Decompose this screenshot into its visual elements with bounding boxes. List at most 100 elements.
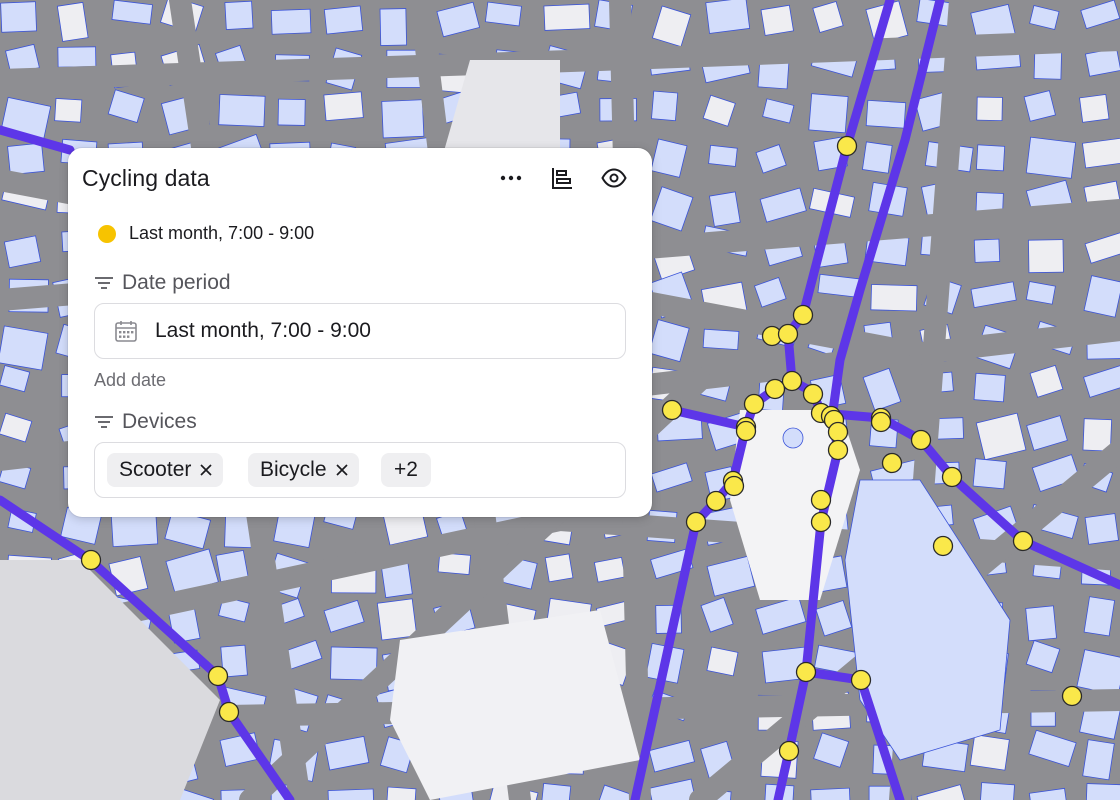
date-period-value: Last month, 7:00 - 9:00 [155,319,371,342]
legend-label: Last month, 7:00 - 9:00 [129,223,315,243]
building [56,1,89,42]
building [224,0,254,30]
building [7,142,45,176]
building [111,0,153,25]
eye-icon [601,168,627,188]
counter-point [1061,685,1083,707]
counter-point [781,370,803,392]
counter-point [810,511,832,533]
legend-item: Last month, 7:00 - 9:00 [98,223,314,244]
building [651,90,679,122]
filter-icon [95,277,113,289]
building [969,734,1010,771]
layer-panel: Cycling data Last month, 7:00 - 9:00 Dat… [68,148,652,517]
counter-point [661,399,683,421]
remove-bicycle-button[interactable] [335,463,349,477]
chip-label: Bicycle [260,458,327,481]
chip-label: Scooter [119,458,192,481]
counter-point [827,421,849,443]
building [277,98,306,126]
building [1084,513,1119,545]
counter-point [743,393,765,415]
building [1085,783,1120,800]
counter-point [810,489,832,511]
devices-field[interactable]: Scooter Bicycle +2 [94,442,626,498]
building [706,646,739,677]
device-chip-scooter: Scooter [107,453,224,487]
building [543,3,591,31]
building [323,91,364,122]
more-devices-chip[interactable]: +2 [381,453,431,487]
chart-button[interactable] [545,162,579,194]
close-icon [335,464,348,476]
building [1028,239,1064,274]
panel-title: Cycling data [82,165,210,191]
building [865,99,907,129]
more-options-button[interactable] [494,162,528,194]
building [973,372,1006,403]
building [1025,605,1057,642]
devices-heading: Devices [94,410,197,434]
bar-chart-icon [552,168,572,189]
counter-point [795,661,817,683]
counter-point [870,411,892,433]
device-chip-bicycle: Bicycle [248,453,359,487]
building [218,94,266,127]
building [861,141,893,174]
counter-point [932,535,954,557]
devices-label: Devices [122,410,197,433]
counter-point [941,466,963,488]
more-devices-count: +2 [394,458,418,481]
building [539,783,572,800]
counter-point [80,549,102,571]
counter-point [207,665,229,687]
building [702,328,740,351]
counter-point [685,511,707,533]
building [484,1,522,27]
building [327,788,375,800]
add-date-link[interactable]: Add date [94,370,166,391]
building [54,98,83,123]
building [3,235,42,269]
building [705,0,751,34]
date-period-label: Date period [122,271,231,294]
building [973,238,1001,263]
building [975,144,1006,172]
counter-point [778,740,800,762]
counter-point [764,378,786,400]
counter-point [850,669,872,691]
calendar-icon [115,321,137,342]
counter-point [910,429,932,451]
fountain [782,427,804,449]
building [708,191,741,227]
building [381,99,425,139]
remove-scooter-button[interactable] [199,463,213,477]
building [870,284,918,312]
visibility-toggle-button[interactable] [597,162,631,194]
filter-icon [95,416,113,428]
building [808,93,849,134]
building [810,787,852,800]
building [379,8,407,46]
building [1079,94,1110,123]
building [57,46,97,68]
building [0,1,37,33]
counter-point [218,701,240,723]
building [544,553,574,583]
counter-point [723,475,745,497]
building [270,8,312,35]
building [1082,739,1115,781]
counter-point [836,135,858,157]
date-period-field[interactable]: Last month, 7:00 - 9:00 [94,303,626,359]
building [976,96,1003,122]
building [385,786,417,800]
building [708,144,738,167]
building [376,598,418,641]
building [972,458,1007,490]
building [979,782,1015,800]
counter-point [881,452,903,474]
building [760,4,794,36]
building [1083,596,1116,637]
counter-point [735,420,757,442]
building [323,5,364,35]
